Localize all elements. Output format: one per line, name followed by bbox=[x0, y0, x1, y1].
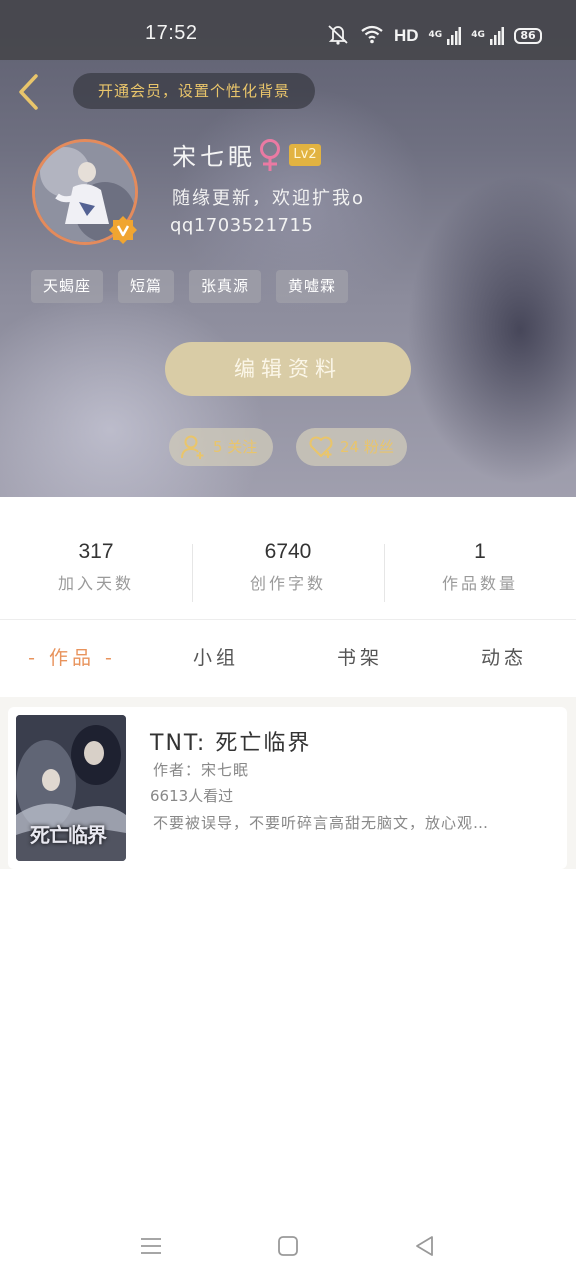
stat-value: 1 bbox=[474, 540, 486, 563]
menu-icon bbox=[141, 1238, 161, 1254]
profile-tags: 天蝎座 短篇 张真源 黄嘘霖 bbox=[31, 270, 349, 303]
avatar-container[interactable] bbox=[32, 139, 138, 245]
work-card[interactable]: 死亡临界 TNT: 死亡临界 作者：宋七眠 6613人看过 不要被误导，不要听碎… bbox=[8, 707, 567, 869]
status-bar: 17:52 HD 4G 4G 86 bbox=[0, 0, 576, 60]
divider bbox=[0, 619, 576, 620]
username: 宋七眠 bbox=[172, 143, 256, 171]
vip-background-prompt[interactable]: 开通会员，设置个性化背景 bbox=[73, 73, 315, 109]
tab-works[interactable]: - 作品 - bbox=[0, 638, 144, 678]
status-time: 17:52 bbox=[145, 22, 198, 44]
signal-icon: 4G bbox=[471, 25, 504, 47]
back-triangle-icon bbox=[416, 1236, 433, 1256]
user-bio: 随缘更新，欢迎扩我o bbox=[172, 188, 366, 209]
edit-profile-button[interactable]: 编辑资料 bbox=[165, 342, 411, 396]
home-square-icon bbox=[278, 1236, 298, 1256]
menu-button[interactable] bbox=[139, 1234, 163, 1258]
verified-badge-icon bbox=[108, 215, 138, 245]
fans-count: 24 粉丝 bbox=[340, 438, 394, 456]
system-nav-bar bbox=[0, 1210, 576, 1280]
work-cover-title: 死亡临界 bbox=[30, 823, 107, 847]
signal-icon: 4G bbox=[429, 25, 462, 47]
stat-word-count: 6740 创作字数 bbox=[192, 540, 384, 604]
stat-works-count: 1 作品数量 bbox=[384, 540, 576, 604]
work-title[interactable]: TNT: 死亡临界 bbox=[150, 725, 311, 757]
hd-indicator: HD bbox=[393, 26, 419, 45]
tab-groups[interactable]: 小组 bbox=[144, 638, 288, 678]
system-back-button[interactable] bbox=[413, 1234, 437, 1258]
stat-join-days: 317 加入天数 bbox=[0, 540, 192, 604]
following-button[interactable]: 5 关注 bbox=[169, 428, 273, 466]
stat-label: 加入天数 bbox=[57, 574, 134, 593]
stat-value: 317 bbox=[78, 540, 114, 563]
chevron-left-icon bbox=[19, 74, 38, 110]
user-qq: qq1703521715 bbox=[170, 215, 314, 236]
level-badge: Lv2 bbox=[289, 144, 321, 166]
status-icons: HD 4G 4G 86 bbox=[326, 22, 542, 50]
back-button[interactable] bbox=[14, 72, 48, 112]
network-type-1: 4G bbox=[428, 30, 443, 40]
profile-tag[interactable]: 天蝎座 bbox=[31, 270, 104, 303]
tab-bookshelf[interactable]: 书架 bbox=[288, 638, 432, 678]
following-count: 5 关注 bbox=[213, 438, 258, 456]
stats-row: 317 加入天数 6740 创作字数 1 作品数量 bbox=[0, 540, 576, 604]
mute-icon bbox=[326, 23, 350, 49]
work-views: 6613人看过 bbox=[150, 787, 234, 805]
profile-tag[interactable]: 短篇 bbox=[118, 270, 175, 303]
battery-icon: 86 bbox=[514, 28, 542, 44]
add-user-icon bbox=[181, 435, 204, 459]
heart-plus-icon bbox=[309, 436, 333, 458]
work-description: 不要被误导，不要听碎言高甜无脑文，放心观… bbox=[153, 814, 490, 832]
home-button[interactable] bbox=[276, 1234, 300, 1258]
profile-tabs: - 作品 - 小组 书架 动态 bbox=[0, 638, 576, 678]
network-type-2: 4G bbox=[471, 30, 485, 40]
profile-tag[interactable]: 黄嘘霖 bbox=[276, 270, 349, 303]
tab-activity[interactable]: 动态 bbox=[432, 638, 576, 678]
stat-value: 6740 bbox=[264, 540, 312, 563]
stat-label: 创作字数 bbox=[249, 574, 326, 593]
profile-tag[interactable]: 张真源 bbox=[189, 270, 262, 303]
fans-button[interactable]: 24 粉丝 bbox=[296, 428, 407, 466]
work-author: 作者：宋七眠 bbox=[153, 761, 250, 779]
wifi-icon bbox=[360, 24, 384, 48]
stat-label: 作品数量 bbox=[441, 574, 518, 593]
female-gender-icon bbox=[258, 138, 282, 172]
work-cover-image[interactable]: 死亡临界 bbox=[16, 715, 126, 861]
